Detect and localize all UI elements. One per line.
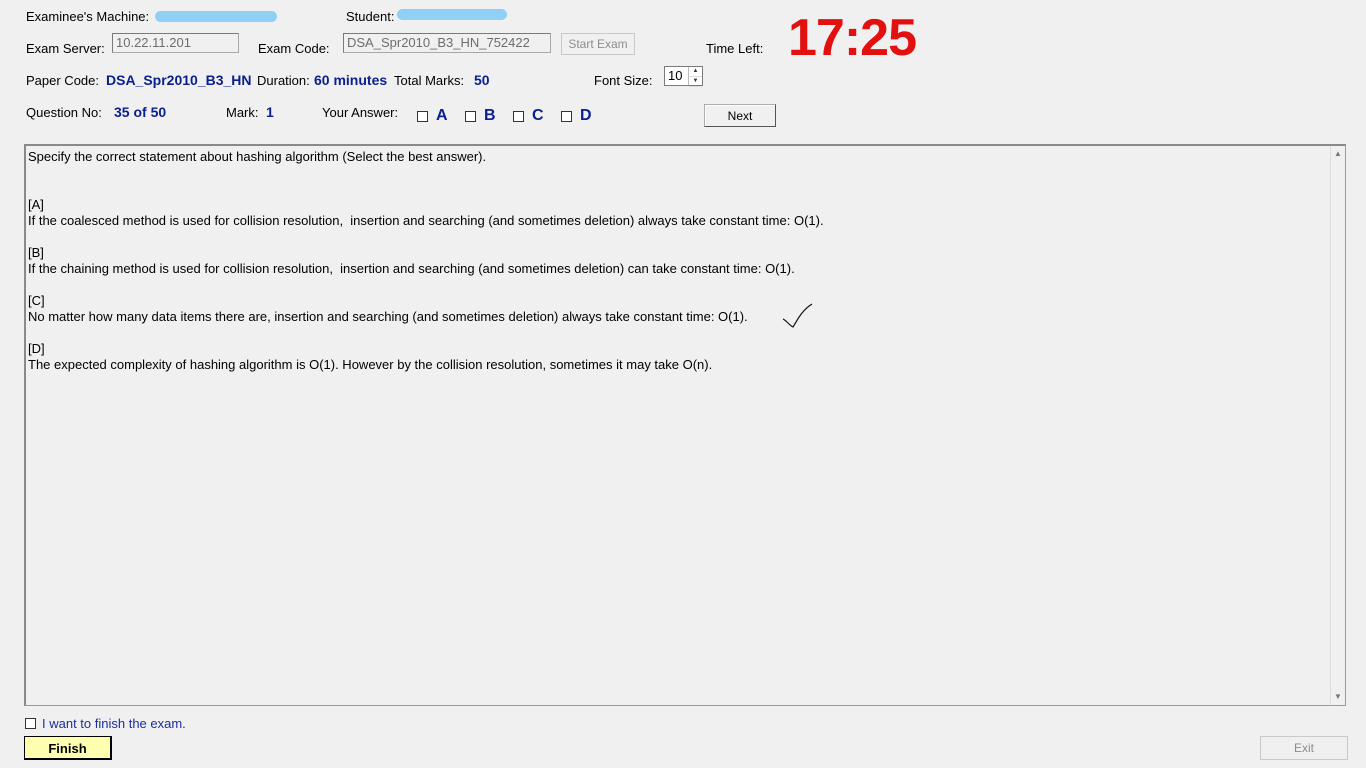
option-tag-b: [B] (28, 245, 44, 260)
answer-checkbox-c[interactable] (513, 110, 524, 122)
answer-checkbox-d[interactable] (561, 110, 572, 122)
your-answer-label: Your Answer: (322, 105, 399, 120)
question-no-value: 35 of 50 (114, 104, 167, 120)
next-button[interactable]: Next (704, 104, 776, 127)
start-exam-button[interactable]: Start Exam (561, 33, 635, 55)
finish-exam-checkbox[interactable] (25, 718, 36, 729)
answer-option-b[interactable]: B (465, 107, 496, 125)
examinee-machine-label: Examinee's Machine: (26, 9, 150, 24)
question-panel[interactable]: Specify the correct statement about hash… (24, 144, 1346, 706)
spin-down-icon[interactable]: ▼ (689, 77, 702, 87)
answer-letter-d: D (580, 107, 592, 124)
checkmark-icon (782, 303, 813, 328)
examinee-machine-redacted (155, 11, 277, 22)
total-marks-value: 50 (474, 72, 490, 88)
answer-option-a[interactable]: A (417, 107, 448, 125)
scroll-up-icon[interactable]: ▲ (1331, 148, 1345, 160)
answer-letter-a: A (436, 107, 448, 124)
mark-label: Mark: (226, 105, 259, 120)
option-text-a: If the coalesced method is used for coll… (28, 213, 824, 228)
option-text-b: If the chaining method is used for colli… (28, 261, 795, 276)
question-text: Specify the correct statement about hash… (28, 149, 1327, 373)
total-marks-label: Total Marks: (394, 73, 465, 88)
answer-checkbox-a[interactable] (417, 110, 428, 122)
answer-option-d[interactable]: D (561, 107, 592, 125)
mark-value: 1 (266, 104, 274, 120)
font-size-label: Font Size: (594, 73, 653, 88)
question-scrollbar[interactable]: ▲ ▼ (1330, 146, 1345, 705)
finish-exam-checkbox-label: I want to finish the exam. (42, 716, 186, 731)
question-no-label: Question No: (26, 105, 102, 120)
paper-code-value: DSA_Spr2010_B3_HN (106, 72, 252, 88)
spin-up-icon[interactable]: ▲ (689, 67, 702, 77)
finish-exam-checkbox-row[interactable]: I want to finish the exam. (25, 716, 186, 731)
answer-letter-c: C (532, 107, 544, 124)
scroll-down-icon[interactable]: ▼ (1331, 691, 1345, 703)
option-tag-c: [C] (28, 293, 45, 308)
option-tag-d: [D] (28, 341, 45, 356)
finish-button[interactable]: Finish (24, 736, 112, 760)
duration-label: Duration: (257, 73, 310, 88)
time-left-label: Time Left: (706, 41, 764, 56)
exam-code-label: Exam Code: (258, 41, 330, 56)
time-left-value: 17:25 (788, 9, 917, 67)
answer-letter-b: B (484, 107, 496, 124)
option-text-d: The expected complexity of hashing algor… (28, 357, 713, 372)
paper-code-label: Paper Code: (26, 73, 99, 88)
font-size-spinner[interactable]: 10 ▲ ▼ (664, 66, 703, 87)
duration-value: 60 minutes (314, 72, 388, 88)
student-name-redacted (397, 9, 507, 20)
answer-option-c[interactable]: C (513, 107, 544, 125)
exam-server-label: Exam Server: (26, 41, 105, 56)
answer-checkbox-b[interactable] (465, 110, 476, 122)
option-text-c: No matter how many data items there are,… (28, 309, 748, 324)
question-prompt: Specify the correct statement about hash… (28, 149, 487, 164)
option-tag-a: [A] (28, 197, 44, 212)
student-label: Student: (346, 9, 395, 24)
exam-code-field[interactable]: DSA_Spr2010_B3_HN_752422 (343, 33, 551, 53)
exit-button[interactable]: Exit (1260, 736, 1348, 760)
font-size-value[interactable]: 10 (665, 67, 688, 85)
exam-server-field[interactable]: 10.22.11.201 (112, 33, 239, 53)
